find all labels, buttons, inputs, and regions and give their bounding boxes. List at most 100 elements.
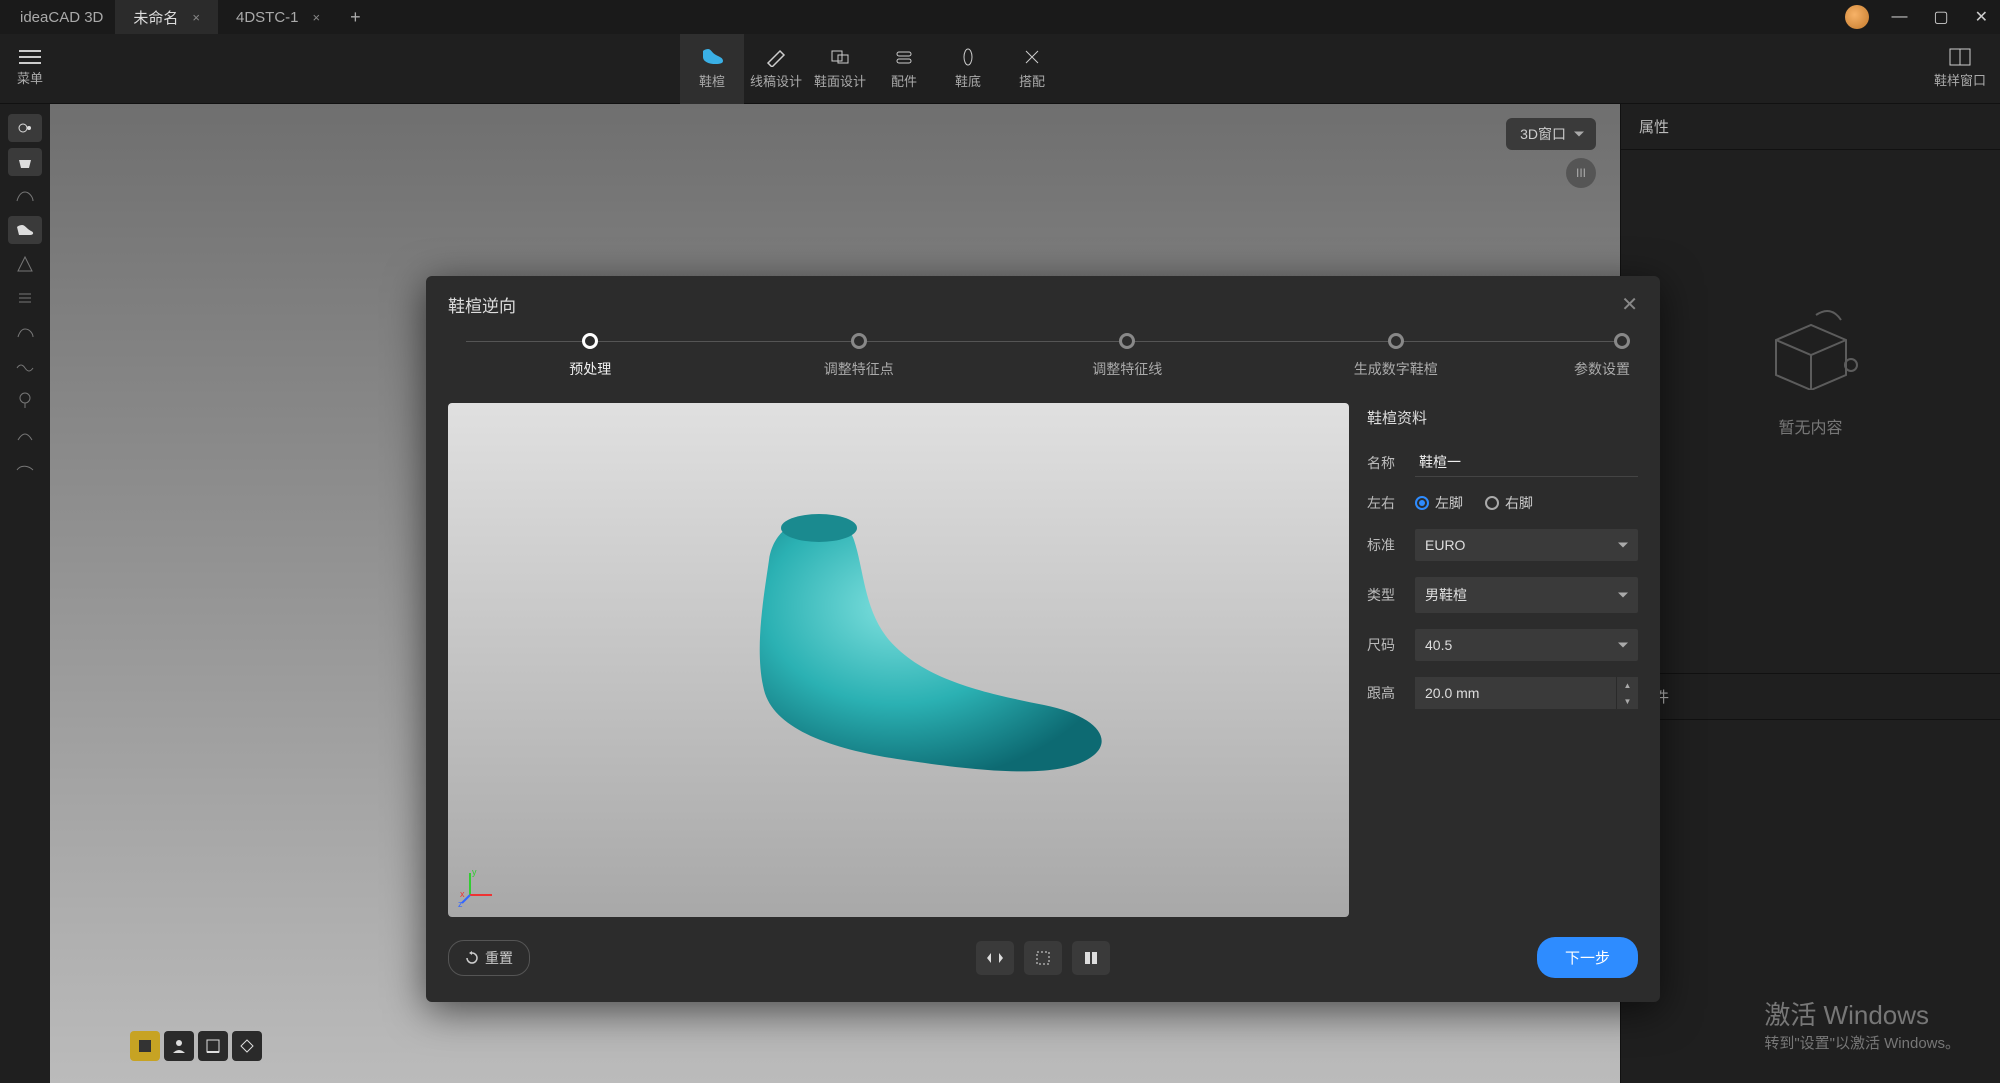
radio-right-foot[interactable]: 右脚	[1485, 493, 1533, 513]
side-radio-group: 左脚 右脚	[1415, 493, 1638, 513]
step-circle-icon	[582, 333, 598, 349]
toolbar-item-parts[interactable]: 配件	[872, 34, 936, 104]
main-toolbar: 菜单 鞋楦 线稿设计 鞋面设计 配件 鞋底 搭配 鞋样窗口	[0, 34, 2000, 104]
properties-header[interactable]: 属性	[1621, 104, 2000, 150]
next-button[interactable]: 下一步	[1537, 937, 1638, 978]
person-icon	[170, 1037, 188, 1055]
bottom-tool-3[interactable]	[198, 1031, 228, 1061]
size-select[interactable]: 40.5	[1415, 629, 1638, 661]
left-tool-11[interactable]	[8, 454, 42, 482]
foot-tool-3[interactable]	[1072, 941, 1110, 975]
user-avatar[interactable]	[1845, 5, 1869, 29]
tab-label: 4DSTC-1	[236, 9, 299, 26]
toolbar-item-last[interactable]: 鞋楦	[680, 34, 744, 104]
left-tool-6[interactable]	[8, 284, 42, 312]
bottom-tool-1[interactable]	[130, 1031, 160, 1061]
reset-button[interactable]: 重置	[448, 940, 530, 976]
tab-strip: 未命名 × 4DSTC-1 × +	[115, 0, 372, 34]
label-type: 类型	[1367, 585, 1415, 605]
left-tool-3[interactable]	[8, 182, 42, 210]
toolbar-label: 线稿设计	[750, 71, 802, 90]
curve-icon	[16, 426, 34, 442]
dialog-mask: 鞋楦逆向 ✕ 预处理 调整特征点 调整特征线	[50, 104, 1620, 1083]
foot-tool-1[interactable]	[976, 941, 1014, 975]
bottom-tool-4[interactable]	[232, 1031, 262, 1061]
toolbar-item-sole[interactable]: 鞋底	[936, 34, 1000, 104]
toolbar-label: 鞋底	[955, 71, 981, 90]
bottom-tool-2[interactable]	[164, 1031, 194, 1061]
heel-icon	[15, 189, 35, 203]
toolbar-label: 配件	[891, 71, 917, 90]
minimize-icon[interactable]: —	[1887, 8, 1911, 26]
sole-small-icon	[15, 325, 35, 339]
left-tool-8[interactable]	[8, 352, 42, 380]
radio-left-foot[interactable]: 左脚	[1415, 493, 1463, 513]
step-label: 参数设置	[1574, 359, 1630, 379]
step-4[interactable]: 生成数字鞋楦	[1262, 333, 1531, 379]
heel-input[interactable]	[1415, 677, 1616, 709]
right-panels: 属性 暂无内容 部件	[1620, 104, 2000, 1083]
name-input[interactable]	[1415, 448, 1638, 477]
toolbar-label: 鞋楦	[699, 71, 725, 90]
select-value: 40.5	[1425, 637, 1452, 653]
parts-header[interactable]: 部件	[1621, 673, 2000, 720]
refresh-icon	[465, 951, 479, 965]
toolbar-item-match[interactable]: 搭配	[1000, 34, 1064, 104]
preview-3d[interactable]: x y z	[448, 403, 1349, 917]
left-tool-9[interactable]	[8, 386, 42, 414]
grid-icon	[1034, 949, 1052, 967]
svg-text:z: z	[458, 899, 463, 907]
step-2[interactable]: 调整特征点	[725, 333, 994, 379]
step-5[interactable]: 参数设置	[1530, 333, 1630, 379]
close-icon[interactable]: ✕	[1971, 7, 1992, 27]
toolbar-label: 鞋面设计	[814, 71, 866, 90]
heel-spinner: ▲ ▼	[1415, 677, 1638, 709]
left-tool-10[interactable]	[8, 420, 42, 448]
standard-select[interactable]: EURO	[1415, 529, 1638, 561]
dialog-close-icon[interactable]: ✕	[1621, 292, 1638, 317]
tab-close-icon[interactable]: ×	[192, 10, 200, 25]
spinner-up-icon[interactable]: ▲	[1616, 677, 1638, 693]
spinner-down-icon[interactable]: ▼	[1616, 693, 1638, 709]
titlebar: ideaCAD 3D 未命名 × 4DSTC-1 × + — ▢ ✕	[0, 0, 2000, 34]
add-tab-button[interactable]: +	[338, 7, 373, 28]
main-area: 3D窗口 III 鞋楦逆向 ✕ 预处理	[0, 104, 2000, 1083]
menu-button[interactable]: 菜单	[0, 50, 60, 87]
type-select[interactable]: 男鞋楦	[1415, 577, 1638, 613]
step-3[interactable]: 调整特征线	[993, 333, 1262, 379]
label-heel: 跟高	[1367, 683, 1415, 703]
select-value: EURO	[1425, 537, 1465, 553]
row-side: 左右 左脚 右脚	[1367, 493, 1638, 513]
step-line	[466, 341, 1620, 342]
document-tab-2[interactable]: 4DSTC-1 ×	[218, 0, 338, 34]
toolbar-item-design[interactable]: 鞋面设计	[808, 34, 872, 104]
sole-icon	[956, 47, 980, 67]
viewport-3d[interactable]: 3D窗口 III 鞋楦逆向 ✕ 预处理	[50, 104, 1620, 1083]
document-tab-1[interactable]: 未命名 ×	[115, 0, 218, 34]
mirror-icon	[985, 949, 1005, 967]
maximize-icon[interactable]: ▢	[1929, 7, 1952, 27]
axis-gizmo-icon: x y z	[458, 867, 498, 907]
tab-label: 未命名	[133, 7, 178, 28]
step-1[interactable]: 预处理	[456, 333, 725, 379]
left-tool-7[interactable]	[8, 318, 42, 346]
left-tool-4[interactable]	[8, 216, 42, 244]
toolbar-item-line[interactable]: 线稿设计	[744, 34, 808, 104]
left-tool-1[interactable]	[8, 114, 42, 142]
shoe-icon	[15, 223, 35, 237]
tab-close-icon[interactable]: ×	[313, 10, 321, 25]
radio-dot-icon	[1485, 496, 1499, 510]
bulb-icon	[18, 391, 32, 409]
row-standard: 标准 EURO	[1367, 529, 1638, 561]
view-icon	[15, 120, 35, 136]
foot-tool-2[interactable]	[1024, 941, 1062, 975]
step-circle-icon	[1119, 333, 1135, 349]
shoe-last-icon	[700, 47, 724, 67]
row-name: 名称	[1367, 448, 1638, 477]
layer-icon	[136, 1037, 154, 1055]
viewport-bottom-tools	[130, 1031, 262, 1061]
parts-icon	[892, 47, 916, 67]
left-tool-5[interactable]	[8, 250, 42, 278]
left-tool-2[interactable]	[8, 148, 42, 176]
toolbar-item-window[interactable]: 鞋样窗口	[1920, 48, 2000, 89]
